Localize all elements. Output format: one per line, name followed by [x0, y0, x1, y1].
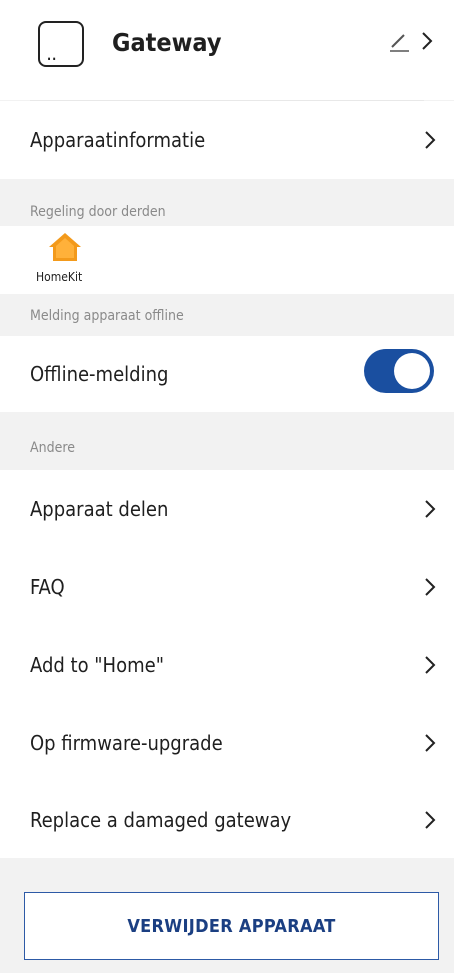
chevron-right-icon [425, 131, 436, 149]
offline-notification-label: Offline-melding [30, 362, 169, 386]
chevron-right-icon [425, 811, 436, 829]
share-device-row[interactable]: Apparaat delen [0, 470, 454, 548]
add-to-home-row[interactable]: Add to "Home" [0, 626, 454, 704]
delete-device-button[interactable]: VERWIJDER APPARAAT [24, 892, 439, 960]
section-other: Andere [30, 440, 75, 456]
homekit-label: HomeKit [36, 270, 83, 284]
firmware-upgrade-label: Op firmware-upgrade [30, 731, 223, 755]
section-third-party: Regeling door derden [30, 204, 166, 220]
faq-row[interactable]: FAQ [0, 548, 454, 626]
device-info-row[interactable]: Apparaatinformatie [0, 101, 454, 179]
share-device-label: Apparaat delen [30, 497, 169, 521]
homekit-block: HomeKit [0, 226, 454, 294]
offline-notification-toggle[interactable] [364, 349, 434, 393]
replace-gateway-label: Replace a damaged gateway [30, 808, 292, 832]
chevron-right-icon [425, 500, 436, 518]
device-icon: .. [38, 21, 84, 67]
chevron-right-icon [425, 656, 436, 674]
edit-pencil-icon[interactable] [388, 32, 410, 52]
home-icon[interactable] [48, 232, 82, 262]
device-header: .. Gateway [0, 0, 454, 100]
chevron-right-icon [425, 578, 436, 596]
device-info-label: Apparaatinformatie [30, 128, 206, 152]
replace-gateway-row[interactable]: Replace a damaged gateway [0, 782, 454, 858]
device-title: Gateway [112, 28, 222, 57]
section-offline: Melding apparaat offline [30, 308, 184, 324]
device-icon-text: .. [47, 49, 58, 63]
faq-label: FAQ [30, 575, 65, 599]
header-chevron-right-icon[interactable] [420, 30, 434, 52]
toggle-knob [394, 353, 430, 389]
chevron-right-icon [425, 734, 436, 752]
firmware-upgrade-row[interactable]: Op firmware-upgrade [0, 704, 454, 782]
add-to-home-label: Add to "Home" [30, 653, 164, 677]
